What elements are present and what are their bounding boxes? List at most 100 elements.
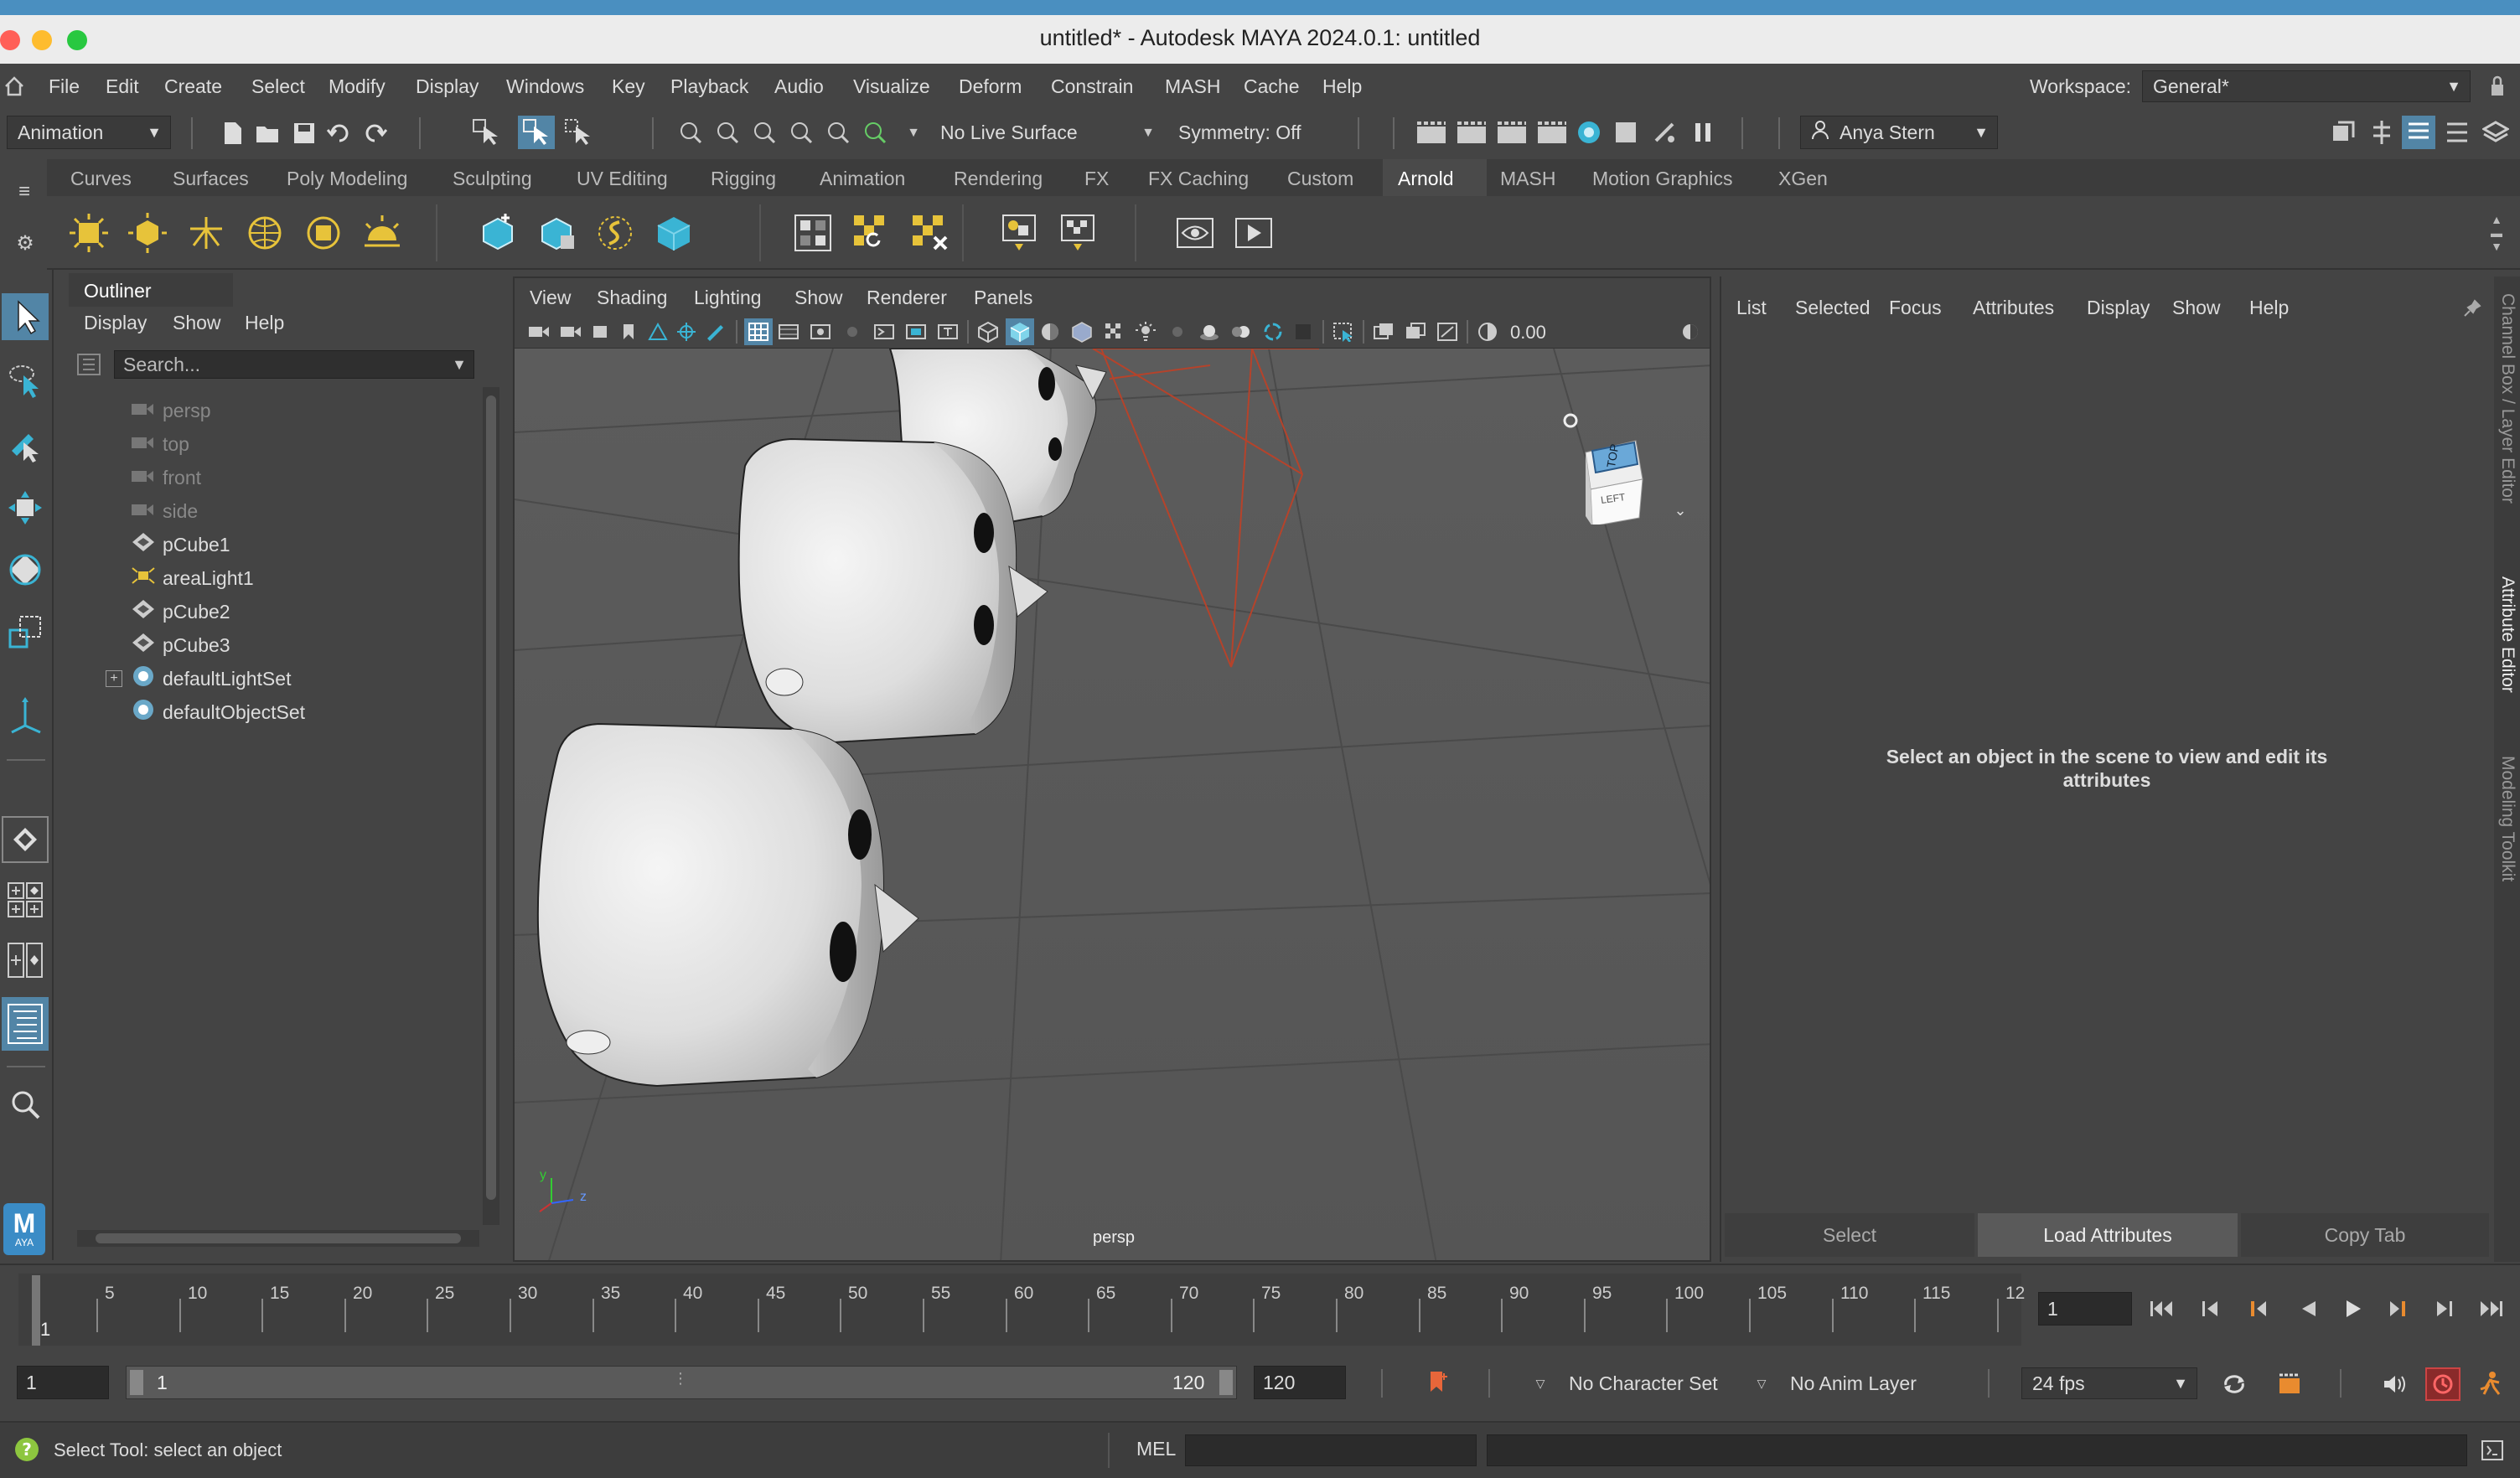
outliner-item-defaultobjectset[interactable]: defaultObjectSet (67, 695, 478, 729)
outliner-item-arealight1[interactable]: areaLight1 (67, 561, 478, 595)
attr-menu-selected[interactable]: Selected (1795, 297, 1871, 319)
animation-end-field[interactable]: 120 (1254, 1366, 1346, 1399)
use-default-material-icon[interactable] (1037, 320, 1063, 344)
modeling-toolkit-icon[interactable] (2326, 116, 2360, 149)
step-forward-key-icon[interactable] (2427, 1292, 2460, 1326)
loop-icon[interactable] (2217, 1367, 2251, 1401)
pin-icon[interactable] (2460, 297, 2484, 320)
mel-label[interactable]: MEL (1136, 1438, 1176, 1460)
attr-select-button[interactable]: Select (1725, 1213, 1974, 1257)
pause-icon[interactable] (1686, 116, 1720, 149)
view-cube[interactable]: TOP LEFT (1552, 407, 1653, 527)
smooth-shade-icon[interactable] (1006, 318, 1034, 345)
field-chart-icon[interactable] (872, 320, 897, 344)
go-to-start-icon[interactable] (2145, 1292, 2179, 1326)
shadows-icon[interactable] (1165, 320, 1190, 344)
shelf-tab-animation[interactable]: Animation (820, 168, 905, 190)
bookmarks-icon[interactable] (590, 320, 615, 344)
snap-to-point-icon[interactable] (749, 116, 779, 149)
select-by-component-type-icon[interactable] (561, 116, 595, 149)
paint-select-tool-icon[interactable] (2, 421, 49, 468)
menu-edit[interactable]: Edit (106, 75, 139, 98)
wireframe-icon[interactable] (975, 320, 1001, 344)
attr-menu-display[interactable]: Display (2087, 297, 2150, 319)
chevron-down-icon[interactable]: ⌄ (1669, 499, 1691, 521)
2d-pan-zoom-icon[interactable] (674, 320, 699, 344)
expand-icon[interactable]: + (106, 670, 122, 687)
resolution-gate-icon[interactable] (808, 320, 833, 344)
exposure-value[interactable]: 0.00 (1510, 322, 1546, 344)
outliner-menu-display[interactable]: Display (84, 312, 147, 334)
shelf-tab-custom[interactable]: Custom (1287, 168, 1353, 190)
snap-to-curve-icon[interactable] (712, 116, 743, 149)
render-view-arnold-icon[interactable] (788, 208, 838, 258)
chevron-down-icon[interactable]: ▽ (1530, 1371, 1550, 1396)
menu-deform[interactable]: Deform (959, 75, 1022, 98)
physical-sky-icon[interactable] (357, 208, 407, 258)
depth-of-field-icon[interactable] (1291, 320, 1316, 344)
maya-logo[interactable]: M AYA (3, 1203, 45, 1255)
menu-set-dropdown[interactable]: Animation ▼ (7, 116, 171, 149)
snap-to-grid-icon[interactable] (675, 116, 706, 149)
two-view-layout-icon[interactable] (2, 937, 49, 984)
image-plane-icon[interactable] (645, 320, 670, 344)
tab-modeling-toolkit[interactable]: Modeling Toolkit (2497, 756, 2517, 881)
command-input[interactable] (1185, 1434, 1477, 1466)
attr-menu-list[interactable]: List (1736, 297, 1767, 319)
gate-mask-icon[interactable] (840, 320, 865, 344)
menu-audio[interactable]: Audio (774, 75, 824, 98)
search-icon[interactable] (2, 1081, 49, 1128)
menu-cache[interactable]: Cache (1244, 75, 1299, 98)
shelf-tab-arnold[interactable]: Arnold (1398, 168, 1453, 190)
shelf-tab-sculpting[interactable]: Sculpting (453, 168, 532, 190)
live-surface-field[interactable]: No Live Surface (930, 116, 1113, 149)
select-by-object-type-icon[interactable] (518, 116, 555, 149)
range-slider[interactable]: 1 ⋮ 120 (126, 1366, 1237, 1399)
redo-icon[interactable] (360, 119, 389, 147)
workspace-dropdown[interactable]: General* ▼ (2142, 70, 2471, 102)
render-view-icon[interactable] (1413, 116, 1450, 149)
load-attributes-button[interactable]: Load Attributes (1978, 1213, 2238, 1257)
screen-space-ao-icon[interactable] (1197, 320, 1222, 344)
anim-layer-dropdown[interactable]: No Anim Layer (1790, 1372, 1917, 1395)
render-setup-icon[interactable] (1609, 116, 1643, 149)
help-icon[interactable]: ? (12, 1434, 42, 1465)
snap-to-view-plane-icon[interactable] (786, 116, 816, 149)
photometric-light-icon[interactable] (181, 208, 231, 258)
outliner-item-persp[interactable]: persp (67, 394, 478, 427)
camera-attributes-icon[interactable] (558, 320, 583, 344)
viewport-menu-shading[interactable]: Shading (597, 287, 667, 309)
create-volume-icon[interactable] (649, 208, 699, 258)
isolate-select-icon[interactable] (1331, 320, 1356, 344)
xray-active-components-icon[interactable] (1403, 320, 1428, 344)
gamma-icon[interactable] (1678, 320, 1703, 344)
home-icon[interactable] (2, 74, 27, 99)
shelf-menu-icon[interactable]: ≡ (12, 179, 37, 204)
chevron-down-icon[interactable]: ▼ (905, 121, 922, 146)
bookmark-icon[interactable] (618, 320, 639, 344)
safe-action-icon[interactable] (903, 320, 929, 344)
xray-joints-icon[interactable] (1435, 320, 1460, 344)
outliner-item-pcube2[interactable]: pCube2 (67, 595, 478, 628)
outliner-item-pcube1[interactable]: pCube1 (67, 528, 478, 561)
viewport-menu-panels[interactable]: Panels (974, 287, 1032, 309)
shelf-tab-poly-modeling[interactable]: Poly Modeling (287, 168, 407, 190)
step-back-key-icon[interactable] (2194, 1292, 2228, 1326)
range-end-handle[interactable] (1219, 1370, 1233, 1395)
save-scene-icon[interactable] (290, 119, 318, 147)
outliner-search-input[interactable]: Search... ▼ (114, 350, 474, 379)
attr-menu-help[interactable]: Help (2249, 297, 2289, 319)
light-portal-icon[interactable] (298, 208, 349, 258)
create-standin-icon[interactable] (473, 208, 523, 258)
motion-blur-icon[interactable] (1229, 320, 1254, 344)
viewport-panel[interactable]: View Shading Lighting Show Renderer Pane… (513, 276, 1711, 1262)
step-forward-frame-icon[interactable] (2380, 1292, 2414, 1326)
rotate-tool-icon[interactable] (2, 546, 49, 593)
outliner-item-top[interactable]: top (67, 427, 478, 461)
shelf-tab-xgen[interactable]: XGen (1778, 168, 1828, 190)
grease-pencil-icon[interactable] (702, 320, 727, 344)
play-forwards-icon[interactable] (2336, 1292, 2370, 1326)
menu-modify[interactable]: Modify (329, 75, 386, 98)
shelf-scroll-icon[interactable]: ▲ ▬ ▼ (2482, 201, 2511, 265)
chevron-down-icon[interactable]: ▼ (1140, 121, 1157, 146)
